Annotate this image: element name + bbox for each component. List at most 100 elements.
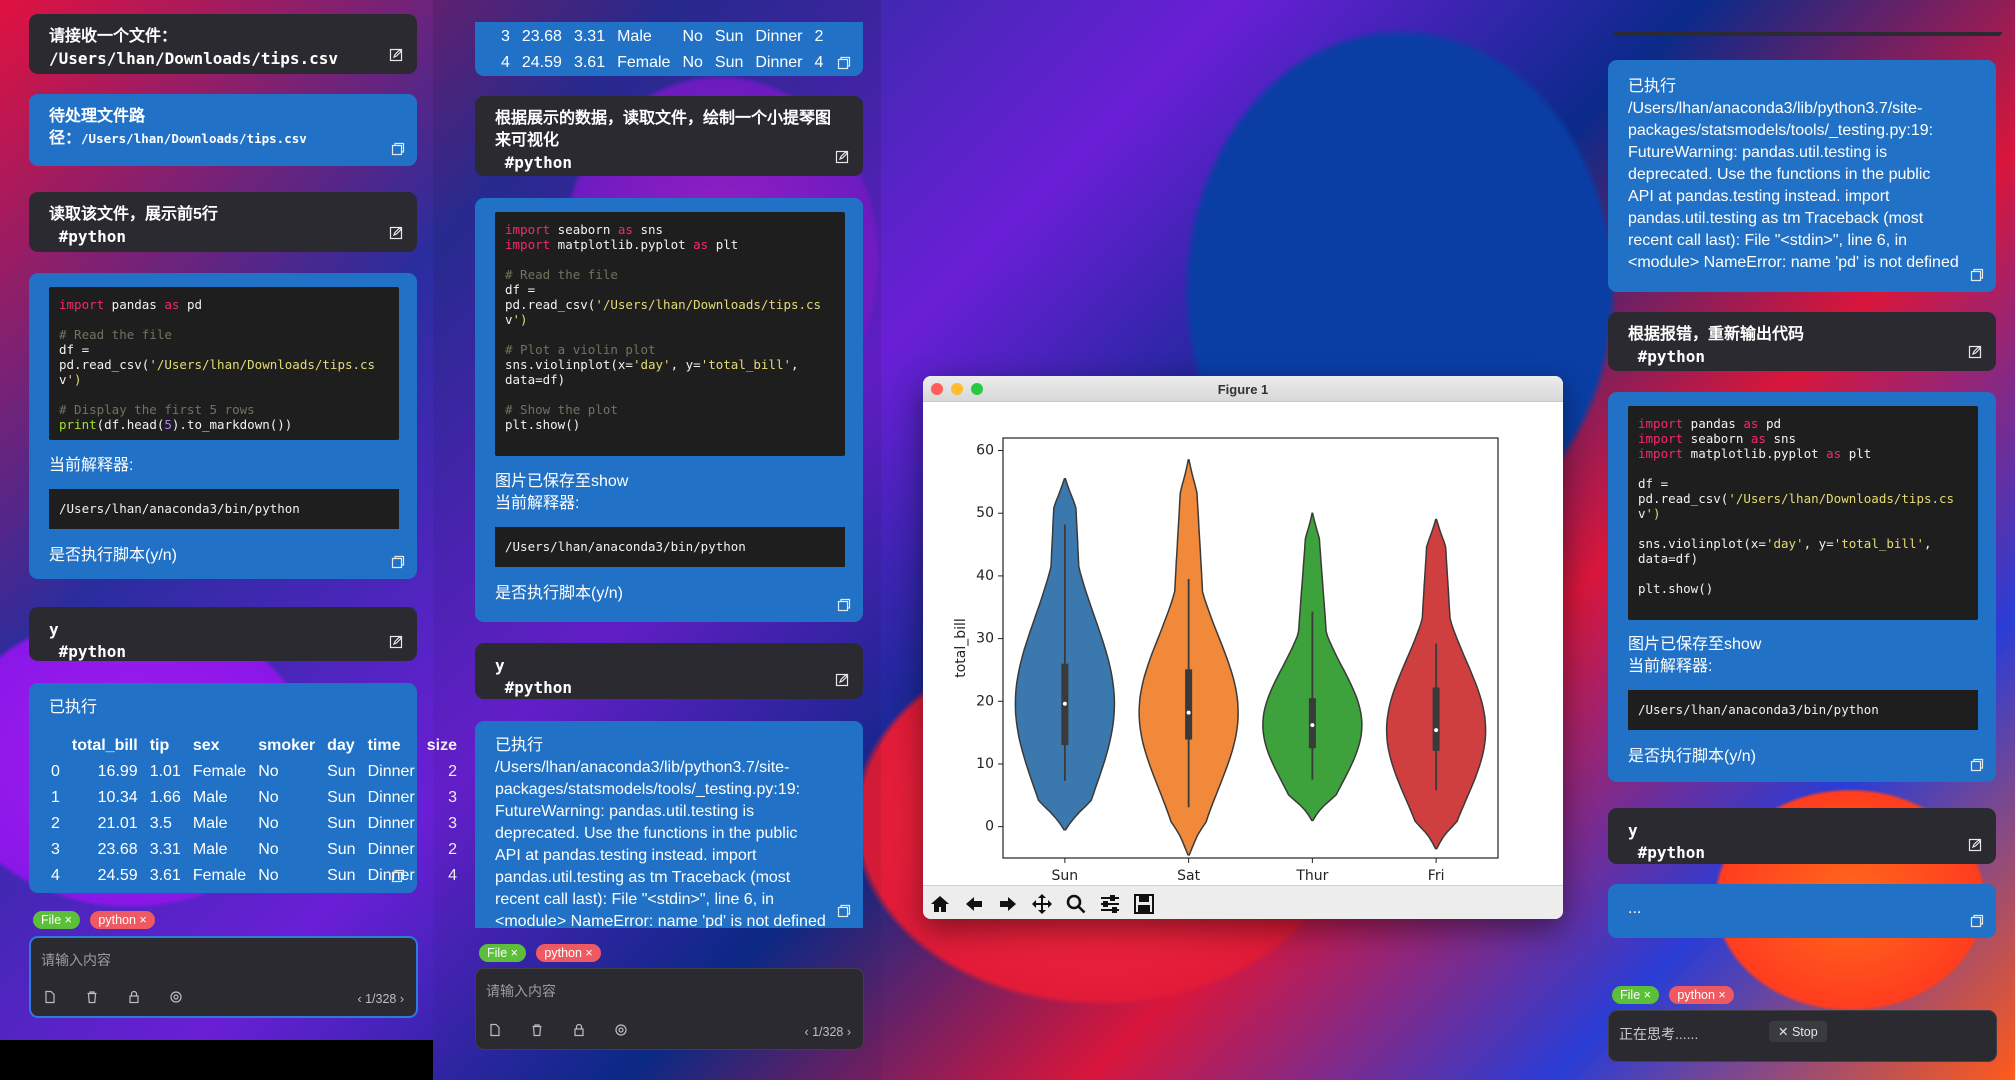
table-cell: Dinner [755,54,803,71]
copy-icon[interactable] [1970,268,1984,282]
user-message: 读取该文件，展示前5行 #python [29,192,417,252]
code-block[interactable]: import seaborn as sns import matplotlib.p… [495,212,845,456]
lock-icon[interactable] [572,1023,586,1037]
code-line: import pandas as pd [1638,416,1782,431]
edit-icon[interactable] [1968,345,1982,359]
table-cell: 3.61 [573,54,606,71]
pager[interactable]: ‹ 1/328 › [357,992,404,1006]
chat-input[interactable]: 正在思考...... ✕ Stop [1608,1010,1997,1062]
lock-icon[interactable] [127,990,141,1004]
saved-label: 图片已保存至show [495,473,629,490]
code-line: sns.violinplot(x='day', y='total_bill', [1638,536,1932,551]
gear-icon[interactable] [614,1023,628,1037]
code-line: v') [59,372,82,387]
copy-icon[interactable] [391,142,405,156]
python-tag[interactable]: python × [1669,986,1734,1004]
subplots-icon[interactable] [1096,892,1124,916]
trash-icon[interactable] [85,990,99,1004]
assistant-message: ... [1608,884,1996,938]
edit-icon[interactable] [1968,838,1982,852]
edit-icon[interactable] [389,635,403,649]
confirm-prompt: 是否执行脚本(y/n) [1628,748,1757,765]
column-header: sex [192,737,220,754]
edit-icon[interactable] [389,226,403,240]
forward-icon[interactable] [994,892,1022,916]
figure-window[interactable]: Figure 1 0102030405060SunSatThurFridayto… [923,376,1563,919]
file-icon[interactable] [488,1023,502,1037]
stop-button[interactable]: ✕ Stop [1769,1021,1827,1042]
assistant-message: 已执行/Users/lhan/anaconda3/lib/python3.7/s… [1608,60,1996,292]
table-cell: 23.68 [521,28,562,45]
table-cell: Dinner [755,28,803,45]
chat-column-2: 3 23.68 3.31 Male No Sun Dinner 2 4 24.59 3.61 Fema… [433,0,881,1080]
violin-median [1186,710,1191,715]
home-icon[interactable] [926,892,954,916]
file-icon[interactable] [43,990,57,1004]
code-line: pd.read_csv('/Users/lhan/Downloads/tips.… [1638,491,1955,506]
save-icon[interactable] [1130,892,1158,916]
violin-median [1310,723,1315,728]
file-tag[interactable]: File × [479,944,526,962]
message-tag-text: #python [495,153,573,172]
table-cell: 2 [814,28,824,45]
back-icon[interactable] [960,892,988,916]
message-text: 径： [49,130,82,147]
code-line: # Plot a violin plot [505,342,656,357]
file-tag[interactable]: File × [1612,986,1659,1004]
violin-median [1434,728,1439,733]
table-cell: 10.34 [97,789,138,806]
edit-icon[interactable] [835,673,849,687]
copy-icon[interactable] [391,869,405,883]
table-cell: Male [617,28,652,45]
copy-icon[interactable] [837,56,851,70]
code-block[interactable]: import pandas as pd # Read the file df = p… [49,287,399,440]
copy-icon[interactable] [837,598,851,612]
trash-icon[interactable] [530,1023,544,1037]
user-message: 根据展示的数据，读取文件，绘制一个小提琴图 来可视化 #python [475,96,863,176]
table-cell: Dinner [367,815,415,832]
copy-icon[interactable] [391,555,405,569]
python-tag[interactable]: python × [90,911,155,929]
column-header: day [327,737,355,754]
table-cell: 16.99 [97,763,138,780]
copy-icon[interactable] [1970,758,1984,772]
message-text: 根据展示的数据，读取文件，绘制一个小提琴图 [495,110,832,127]
table-row: 3 23.68 3.31 Male No Sun Dinner 2 [495,24,829,50]
table-cell: Male [192,841,228,858]
edit-icon[interactable] [835,150,849,164]
user-message: y #python [1608,808,1996,864]
pager-label: 1/328 [812,1025,844,1039]
copy-icon[interactable] [1970,914,1984,928]
chat-input[interactable]: 请输入内容 ‹ 1/328 › [29,936,418,1018]
table-cell: 23.68 [97,841,138,858]
violin-iqr-box [1185,669,1193,740]
assistant-message: 已执行/Users/lhan/anaconda3/lib/python3.7/s… [475,721,863,928]
message-tag-text: #python [1628,843,1706,862]
user-message: 根据报错，重新输出代码 #python [1608,312,1996,371]
gear-icon[interactable] [169,990,183,1004]
thinking-text: 正在思考...... [1619,1026,1699,1042]
pan-icon[interactable] [1028,892,1056,916]
window-titlebar[interactable]: Figure 1 [923,376,1563,402]
zoom-icon[interactable] [1062,892,1090,916]
code-line: plt.show() [505,417,581,432]
tag-bar: File × python × [1612,986,1740,1004]
message-line: 已执行 [1628,78,1677,95]
table-cell: Dinner [367,763,415,780]
code-block[interactable]: import pandas as pd import seaborn as sns… [1628,406,1978,620]
table-cell: Sun [714,28,744,45]
user-message: y #python [29,607,417,661]
pager[interactable]: ‹ 1/328 › [804,1025,851,1039]
previous-message-edge [1614,32,2002,36]
file-tag[interactable]: File × [33,911,80,929]
user-message: y #python [475,643,863,699]
edit-icon[interactable] [389,48,403,62]
copy-icon[interactable] [837,904,851,918]
violin-median [1062,701,1067,706]
interpreter-label: 当前解释器: [1628,658,1713,675]
python-tag[interactable]: python × [536,944,601,962]
chat-input[interactable]: 请输入内容 ‹ 1/328 › [475,968,864,1050]
